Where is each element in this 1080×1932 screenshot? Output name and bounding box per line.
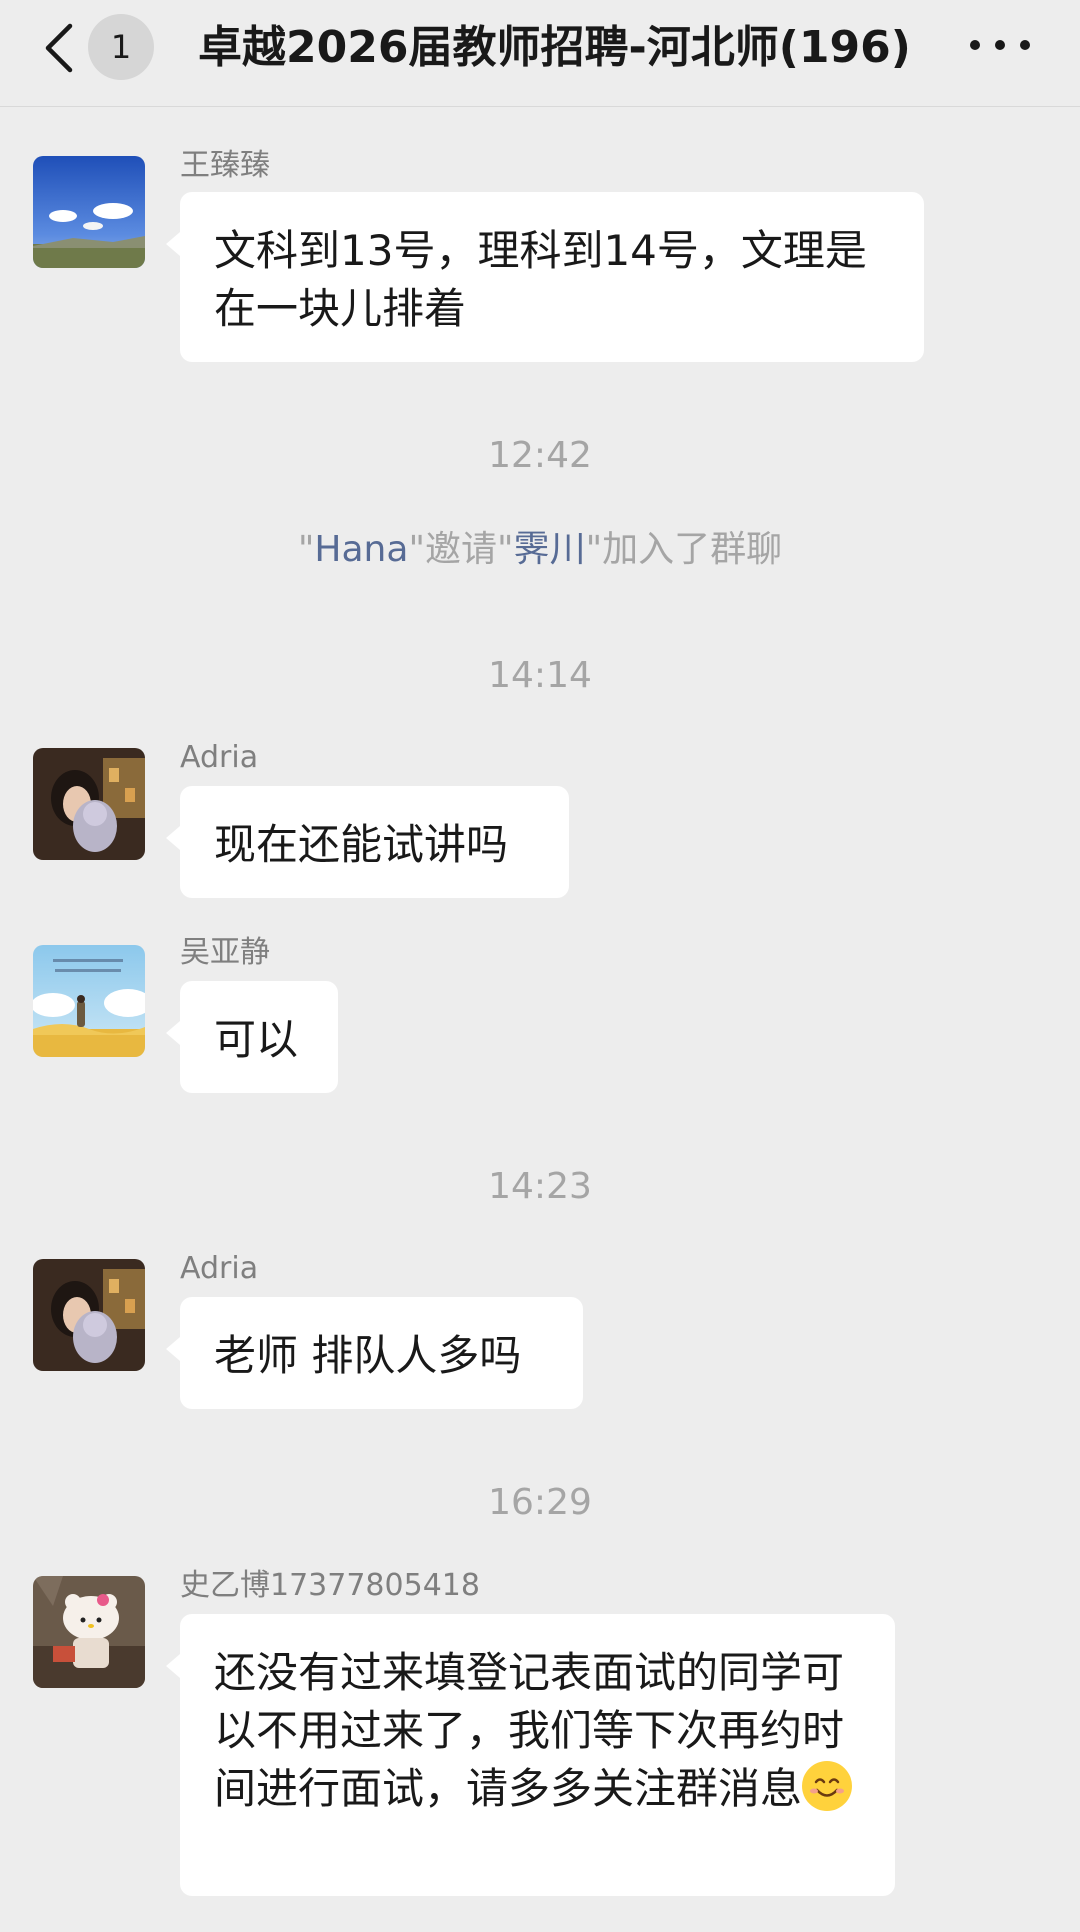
avatar[interactable] xyxy=(33,945,145,1057)
hello-kitty-avatar-icon xyxy=(33,1576,145,1688)
smile-emoji-icon xyxy=(802,1761,853,1811)
timestamp: 14:14 xyxy=(488,655,592,696)
timestamp: 14:23 xyxy=(488,1166,592,1207)
sender-name: 吴亚静 xyxy=(180,935,270,970)
person-photo-avatar-icon xyxy=(33,1259,145,1371)
sender-name: Adria xyxy=(180,1251,259,1286)
invitee-link[interactable]: 霁川 xyxy=(514,529,586,570)
chat-title[interactable]: 卓越2026届教师招聘-河北师(196) xyxy=(198,18,938,78)
illustration-avatar-icon xyxy=(33,945,145,1057)
message-bubble[interactable]: 现在还能试讲吗 xyxy=(166,786,569,898)
message-bubble[interactable]: 文科到13号，理科到14号，文理是在一块儿排着 xyxy=(166,192,924,362)
chevron-left-icon xyxy=(45,23,73,73)
timestamp: 16:29 xyxy=(488,1482,592,1523)
inviter-link[interactable]: Hana xyxy=(314,529,408,570)
group-name: 卓越2026届教师招聘-河北师 xyxy=(198,22,779,73)
member-count: (196) xyxy=(778,22,911,73)
message-text: 还没有过来填登记表面试的同学可以不用过来了，我们等下次再约时间进行面试，请多多关… xyxy=(214,1648,845,1813)
sender-name: 史乙博17377805418 xyxy=(180,1568,480,1603)
back-button[interactable] xyxy=(40,22,80,74)
message-bubble[interactable]: 还没有过来填登记表面试的同学可以不用过来了，我们等下次再约时间进行面试，请多多关… xyxy=(166,1614,895,1896)
avatar[interactable] xyxy=(33,1576,145,1688)
sky-landscape-avatar-icon xyxy=(33,156,145,268)
sender-name: 王臻臻 xyxy=(180,148,270,183)
chat-header: 1 卓越2026届教师招聘-河北师(196) xyxy=(0,0,1080,107)
timestamp: 12:42 xyxy=(488,435,592,476)
person-photo-avatar-icon xyxy=(33,748,145,860)
sender-name: Adria xyxy=(180,740,259,775)
message-bubble[interactable]: 老师 排队人多吗 xyxy=(166,1297,583,1409)
avatar[interactable] xyxy=(33,1259,145,1371)
system-text: "加入了群聊 xyxy=(585,529,783,570)
system-notice: "Hana"邀请"霁川"加入了群聊 xyxy=(0,526,1080,574)
more-dot-icon xyxy=(995,40,1005,50)
system-text: "邀请" xyxy=(408,529,514,570)
message-bubble[interactable]: 可以 xyxy=(166,981,338,1093)
avatar[interactable] xyxy=(33,748,145,860)
unread-badge[interactable]: 1 xyxy=(88,14,154,80)
more-dot-icon xyxy=(1020,40,1030,50)
system-text: " xyxy=(297,529,315,570)
more-dot-icon xyxy=(970,40,980,50)
avatar[interactable] xyxy=(33,156,145,268)
more-options-button[interactable] xyxy=(970,24,1030,66)
